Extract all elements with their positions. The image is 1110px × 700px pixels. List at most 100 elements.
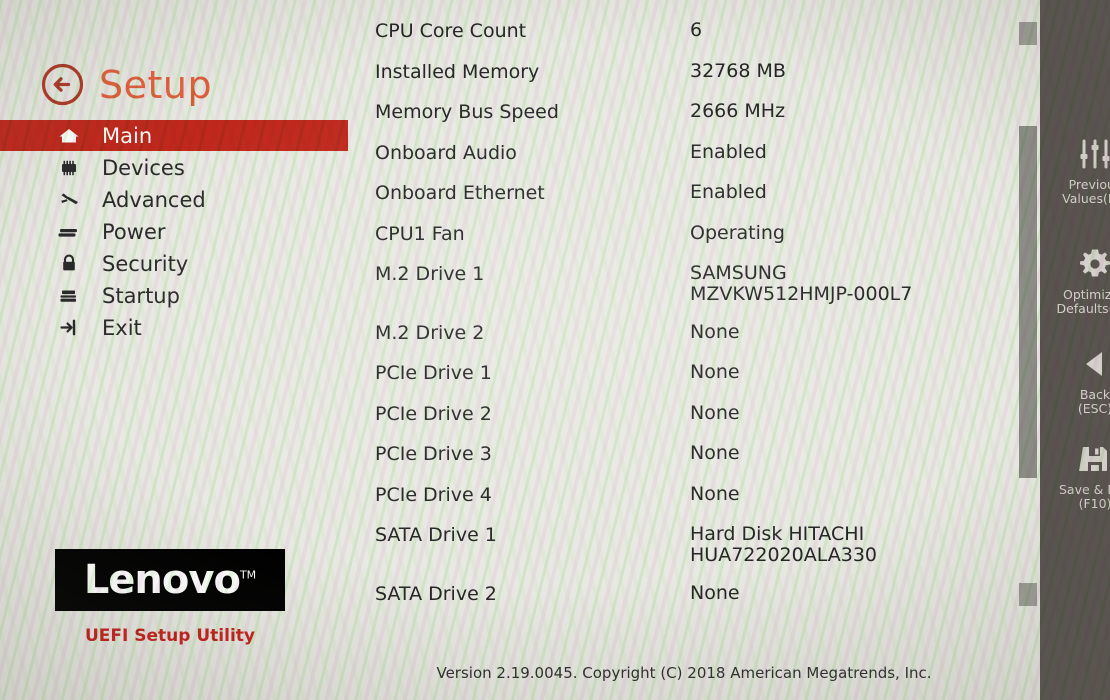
row-value: None xyxy=(690,443,740,465)
sidebar-item-main[interactable]: Main xyxy=(0,120,348,151)
trademark-mark: TM xyxy=(239,568,257,582)
info-row[interactable]: CPU1 Fan Operating xyxy=(348,223,1020,245)
sidebar: Setup Main Devices Advanced Power Securi… xyxy=(0,0,348,700)
rail-label-line1: Previous xyxy=(1068,177,1110,192)
row-value-line1: SAMSUNG xyxy=(690,262,787,284)
info-row[interactable]: PCIe Drive 3 None xyxy=(348,443,1020,465)
info-row[interactable]: M.2 Drive 2 None xyxy=(348,322,1020,344)
vertical-scrollbar[interactable] xyxy=(1019,0,1037,640)
sidebar-item-power[interactable]: Power xyxy=(0,216,348,247)
row-label: M.2 Drive 2 xyxy=(375,322,485,344)
row-value-line1: 2666 MHz xyxy=(690,100,786,122)
row-value: Hard Disk HITACHI HUA722020ALA330 xyxy=(690,524,877,565)
info-row[interactable]: Onboard Ethernet Enabled xyxy=(348,182,1020,204)
row-label: PCIe Drive 4 xyxy=(375,484,492,506)
gear-icon xyxy=(1040,245,1110,283)
back-arrow-circle-icon[interactable] xyxy=(40,62,85,107)
info-row[interactable]: CPU Core Count 6 xyxy=(348,20,1020,42)
rail-item-save-exit[interactable]: Save & Exit (F10) xyxy=(1040,440,1110,511)
info-row[interactable]: PCIe Drive 1 None xyxy=(348,362,1020,384)
rail-item-optimized-defaults[interactable]: Optimized Defaults(F9) xyxy=(1040,245,1110,316)
sidebar-item-label: Advanced xyxy=(102,187,206,212)
rail-item-back[interactable]: Back (ESC) xyxy=(1040,345,1110,416)
scroll-thumb[interactable] xyxy=(1019,126,1037,478)
sidebar-item-security[interactable]: Security xyxy=(0,248,348,279)
sidebar-item-label: Main xyxy=(102,123,153,148)
lock-icon xyxy=(56,254,82,273)
row-value-line1: None xyxy=(690,582,740,604)
chip-icon xyxy=(56,159,82,177)
row-value: SAMSUNG MZVKW512HMJP-000L7 xyxy=(690,263,912,304)
scroll-up-button[interactable] xyxy=(1019,22,1037,45)
row-label: SATA Drive 1 xyxy=(375,524,497,546)
row-value: Operating xyxy=(690,223,785,245)
setup-header: Setup xyxy=(40,62,212,107)
sliders-icon xyxy=(1040,135,1110,173)
info-row[interactable]: PCIe Drive 2 None xyxy=(348,403,1020,425)
row-value: 6 xyxy=(690,20,702,42)
info-row[interactable]: Onboard Audio Enabled xyxy=(348,142,1020,164)
lenovo-logo-text: Lenovo xyxy=(83,557,241,603)
row-label: Onboard Ethernet xyxy=(375,182,545,204)
rail-label-line2: (ESC) xyxy=(1077,401,1110,416)
row-label: CPU1 Fan xyxy=(375,223,465,245)
row-value-line1: None xyxy=(690,361,740,383)
bios-setup-screen: Setup Main Devices Advanced Power Securi… xyxy=(0,0,1110,700)
sidebar-item-startup[interactable]: Startup xyxy=(0,280,348,311)
info-row[interactable]: SATA Drive 2 None xyxy=(348,583,1020,605)
row-value: None xyxy=(690,484,740,506)
rail-item-previous-values[interactable]: Previous Values(F2) xyxy=(1040,135,1110,206)
row-value-line1: Enabled xyxy=(690,181,767,203)
sidebar-item-devices[interactable]: Devices xyxy=(0,152,348,183)
lenovo-logo: LenovoTM xyxy=(55,549,285,611)
sidebar-item-advanced[interactable]: Advanced xyxy=(0,184,348,215)
row-value: None xyxy=(690,583,740,605)
floppy-save-icon xyxy=(1040,440,1110,478)
action-rail: Previous Values(F2) Optimized Defaults(F… xyxy=(1040,0,1110,700)
page-title: Setup xyxy=(99,62,213,107)
row-label: PCIe Drive 2 xyxy=(375,403,492,425)
rail-label-line2: Defaults(F9) xyxy=(1056,301,1110,316)
row-label: Installed Memory xyxy=(375,61,540,83)
sidebar-item-exit[interactable]: Exit xyxy=(0,312,348,343)
sidebar-item-label: Devices xyxy=(102,155,185,180)
row-value: None xyxy=(690,322,740,344)
row-label: Onboard Audio xyxy=(375,142,517,164)
row-value-line1: 32768 MB xyxy=(690,60,786,82)
sidebar-item-label: Power xyxy=(102,219,166,244)
stack-icon xyxy=(56,287,82,305)
row-value-line1: None xyxy=(690,321,740,343)
row-value-line2: MZVKW512HMJP-000L7 xyxy=(690,282,913,305)
rail-label-line1: Back xyxy=(1079,387,1110,402)
row-value-line1: None xyxy=(690,402,740,424)
scroll-down-button[interactable] xyxy=(1019,583,1037,606)
wrench-icon xyxy=(56,191,82,209)
row-value: 2666 MHz xyxy=(690,101,785,123)
home-icon xyxy=(56,127,82,145)
info-row[interactable]: PCIe Drive 4 None xyxy=(348,484,1020,506)
row-value: Enabled xyxy=(690,182,767,204)
brand-block: LenovoTM UEFI Setup Utility xyxy=(55,549,285,646)
row-value-line1: Hard Disk HITACHI xyxy=(690,523,865,545)
row-label: PCIe Drive 3 xyxy=(375,443,492,465)
row-value-line1: None xyxy=(690,483,740,505)
power-bars-icon xyxy=(56,223,82,241)
row-value-line1: None xyxy=(690,442,740,464)
uefi-subtitle: UEFI Setup Utility xyxy=(85,626,255,646)
info-row[interactable]: M.2 Drive 1 SAMSUNG MZVKW512HMJP-000L7 xyxy=(348,263,1020,304)
row-label: CPU Core Count xyxy=(375,20,527,42)
row-value: 32768 MB xyxy=(690,61,786,83)
rail-label-line1: Save & Exit xyxy=(1058,482,1110,497)
rail-label-line2: Values(F2) xyxy=(1062,191,1110,206)
info-row[interactable]: SATA Drive 1 Hard Disk HITACHI HUA722020… xyxy=(348,524,1020,565)
info-row[interactable]: Memory Bus Speed 2666 MHz xyxy=(348,101,1020,123)
sidebar-item-label: Exit xyxy=(102,315,142,340)
info-row[interactable]: Installed Memory 32768 MB xyxy=(348,61,1020,83)
sidebar-nav: Main Devices Advanced Power Security Sta… xyxy=(0,120,348,344)
row-label: Memory Bus Speed xyxy=(375,101,559,123)
row-value-line1: Operating xyxy=(690,222,785,244)
row-value-line1: 6 xyxy=(690,19,703,41)
row-value-line1: Enabled xyxy=(690,141,767,163)
row-value: Enabled xyxy=(690,142,767,164)
main-content: CPU Core Count 6 Installed Memory 32768 … xyxy=(348,0,1020,650)
